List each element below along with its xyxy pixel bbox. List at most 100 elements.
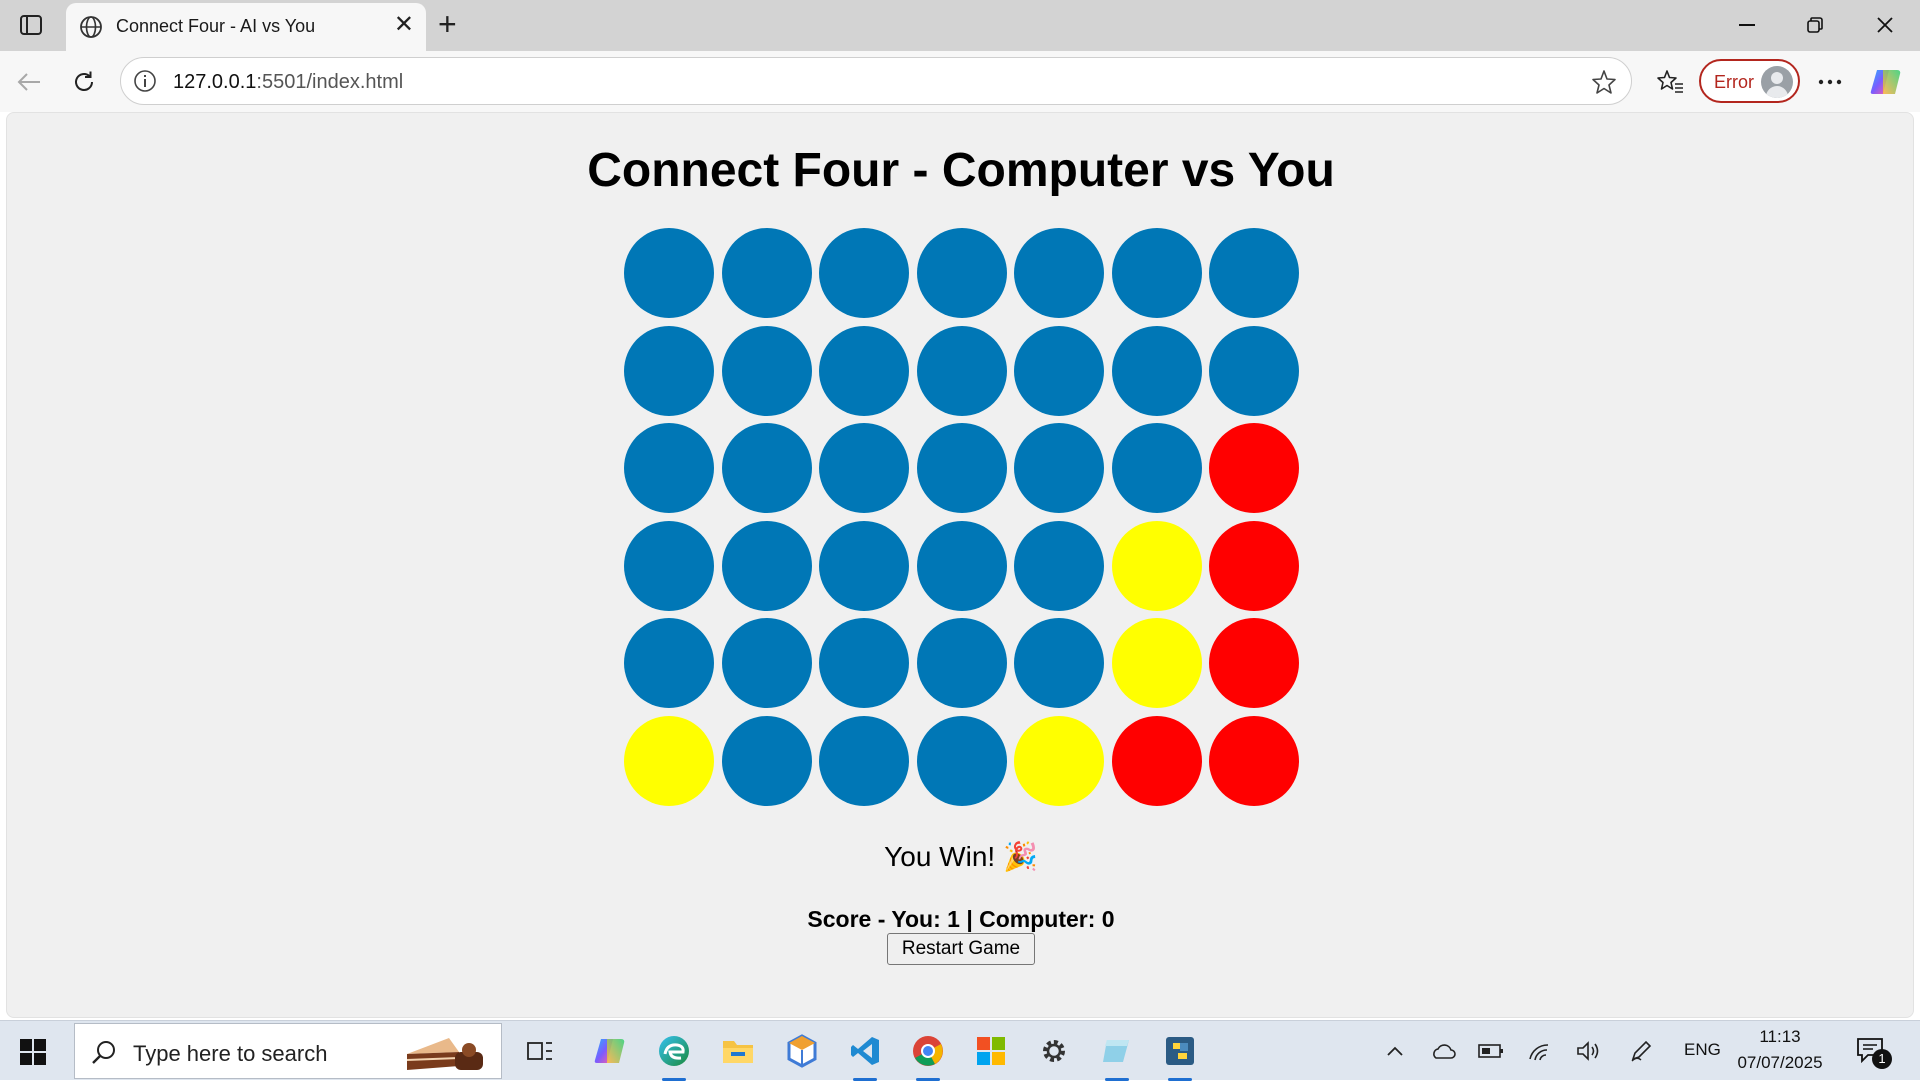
board-cell-yellow[interactable]: [1112, 618, 1202, 708]
board-cell-red[interactable]: [1209, 716, 1299, 806]
url-path: :5501/index.html: [256, 71, 404, 93]
search-placeholder: Type here to search: [133, 1041, 328, 1066]
reload-icon[interactable]: [67, 65, 101, 99]
notifications-icon[interactable]: 1: [1856, 1037, 1892, 1069]
board-cell-yellow[interactable]: [624, 716, 714, 806]
show-hidden-icons-chevron-up-icon[interactable]: [1382, 1039, 1408, 1063]
board-cell-empty[interactable]: [722, 716, 812, 806]
copilot-icon[interactable]: [1869, 65, 1903, 99]
vscode-icon[interactable]: [845, 1031, 885, 1081]
board-cell-empty[interactable]: [819, 521, 909, 611]
board-cell-yellow[interactable]: [1014, 716, 1104, 806]
board-cell-empty[interactable]: [917, 618, 1007, 708]
close-tab-icon[interactable]: ✕: [394, 13, 414, 37]
board-cell-yellow[interactable]: [1112, 521, 1202, 611]
board-cell-empty[interactable]: [722, 228, 812, 318]
board-cell-empty[interactable]: [1014, 326, 1104, 416]
settings-gear-icon[interactable]: [1034, 1031, 1074, 1071]
board-cell-empty[interactable]: [1112, 326, 1202, 416]
minimize-icon[interactable]: [1724, 10, 1770, 40]
pen-stylus-icon[interactable]: [1628, 1039, 1654, 1063]
board-cell-empty[interactable]: [917, 228, 1007, 318]
board-cell-empty[interactable]: [624, 228, 714, 318]
browser-tab-bar: Connect Four - AI vs You ✕ +: [0, 0, 1920, 51]
board-cell-red[interactable]: [1209, 423, 1299, 513]
globe-icon: [78, 14, 104, 45]
board-cell-empty[interactable]: [722, 326, 812, 416]
board-cell-empty[interactable]: [819, 326, 909, 416]
board-cell-empty[interactable]: [624, 618, 714, 708]
search-icon: [91, 1039, 117, 1070]
microsoft-store-icon[interactable]: [971, 1031, 1011, 1071]
board-cell-empty[interactable]: [1209, 326, 1299, 416]
3d-viewer-icon[interactable]: [782, 1031, 822, 1071]
favorites-icon[interactable]: [1653, 65, 1687, 99]
game-result-message: You Win! 🎉: [884, 841, 1038, 872]
cake-icon: [403, 1032, 487, 1074]
board-cell-empty[interactable]: [1209, 228, 1299, 318]
favorite-star-icon[interactable]: [1591, 69, 1617, 100]
back-arrow-icon[interactable]: [12, 65, 46, 99]
url-host: 127.0.0.1: [173, 71, 257, 93]
board-cell-empty[interactable]: [819, 716, 909, 806]
clock-date[interactable]: 07/07/2025: [1730, 1053, 1830, 1073]
board-cell-empty[interactable]: [819, 423, 909, 513]
board-cell-empty[interactable]: [917, 716, 1007, 806]
board-cell-empty[interactable]: [1112, 423, 1202, 513]
restore-icon[interactable]: [1792, 10, 1838, 40]
browser-tab[interactable]: Connect Four - AI vs You ✕: [66, 3, 426, 51]
board-cell-empty[interactable]: [722, 521, 812, 611]
python-icon[interactable]: [1160, 1031, 1200, 1081]
board-cell-red[interactable]: [1112, 716, 1202, 806]
clock-time[interactable]: 11:13: [1735, 1027, 1825, 1047]
onedrive-cloud-icon[interactable]: [1430, 1039, 1456, 1063]
more-options-icon[interactable]: [1813, 65, 1847, 99]
edge-browser-icon[interactable]: [654, 1031, 694, 1081]
new-tab-icon[interactable]: +: [438, 8, 457, 40]
board-cell-empty[interactable]: [624, 423, 714, 513]
game-board[interactable]: [624, 228, 1304, 810]
close-window-icon[interactable]: [1862, 10, 1908, 40]
profile-error-button[interactable]: Error: [1699, 59, 1800, 103]
notepad-icon[interactable]: [1097, 1031, 1137, 1081]
battery-icon[interactable]: [1478, 1039, 1504, 1063]
board-cell-empty[interactable]: [1112, 228, 1202, 318]
board-cell-empty[interactable]: [1014, 521, 1104, 611]
language-indicator[interactable]: ENG: [1684, 1040, 1721, 1060]
board-cell-empty[interactable]: [917, 423, 1007, 513]
board-cell-empty[interactable]: [624, 326, 714, 416]
board-cell-empty[interactable]: [1014, 618, 1104, 708]
board-cell-empty[interactable]: [722, 423, 812, 513]
windows-taskbar: Type here to search ENG 11:13 07/07/2025…: [0, 1020, 1920, 1081]
board-cell-red[interactable]: [1209, 521, 1299, 611]
wifi-icon[interactable]: [1527, 1039, 1553, 1063]
windows-start-icon[interactable]: [20, 1039, 46, 1065]
board-cell-empty[interactable]: [917, 326, 1007, 416]
tab-title: Connect Four - AI vs You: [116, 16, 316, 36]
board-cell-empty[interactable]: [917, 521, 1007, 611]
board-cell-empty[interactable]: [1014, 228, 1104, 318]
site-info-icon[interactable]: [133, 69, 157, 98]
tab-actions-icon[interactable]: [16, 12, 46, 38]
volume-speaker-icon[interactable]: [1575, 1039, 1601, 1063]
score-display: Score - You: 1 | Computer: 0: [807, 906, 1115, 932]
page-title: Connect Four - Computer vs You: [587, 144, 1335, 197]
url-text: 127.0.0.1:5501/index.html: [173, 71, 403, 94]
chrome-icon[interactable]: [908, 1031, 948, 1081]
board-cell-empty[interactable]: [819, 228, 909, 318]
page-viewport: Connect Four - Computer vs You You Win! …: [6, 112, 1914, 1018]
board-cell-empty[interactable]: [624, 521, 714, 611]
error-label: Error: [1714, 72, 1754, 92]
task-view-icon[interactable]: [520, 1031, 560, 1071]
taskbar-search-box[interactable]: Type here to search: [74, 1023, 502, 1079]
file-explorer-icon[interactable]: [718, 1031, 758, 1071]
notification-count-badge: 1: [1872, 1049, 1892, 1069]
restart-game-button[interactable]: Restart Game: [887, 933, 1035, 965]
copilot-app-icon[interactable]: [590, 1031, 630, 1071]
avatar: [1761, 66, 1793, 98]
board-cell-empty[interactable]: [1014, 423, 1104, 513]
address-bar[interactable]: 127.0.0.1:5501/index.html: [120, 57, 1632, 105]
board-cell-empty[interactable]: [819, 618, 909, 708]
board-cell-red[interactable]: [1209, 618, 1299, 708]
board-cell-empty[interactable]: [722, 618, 812, 708]
